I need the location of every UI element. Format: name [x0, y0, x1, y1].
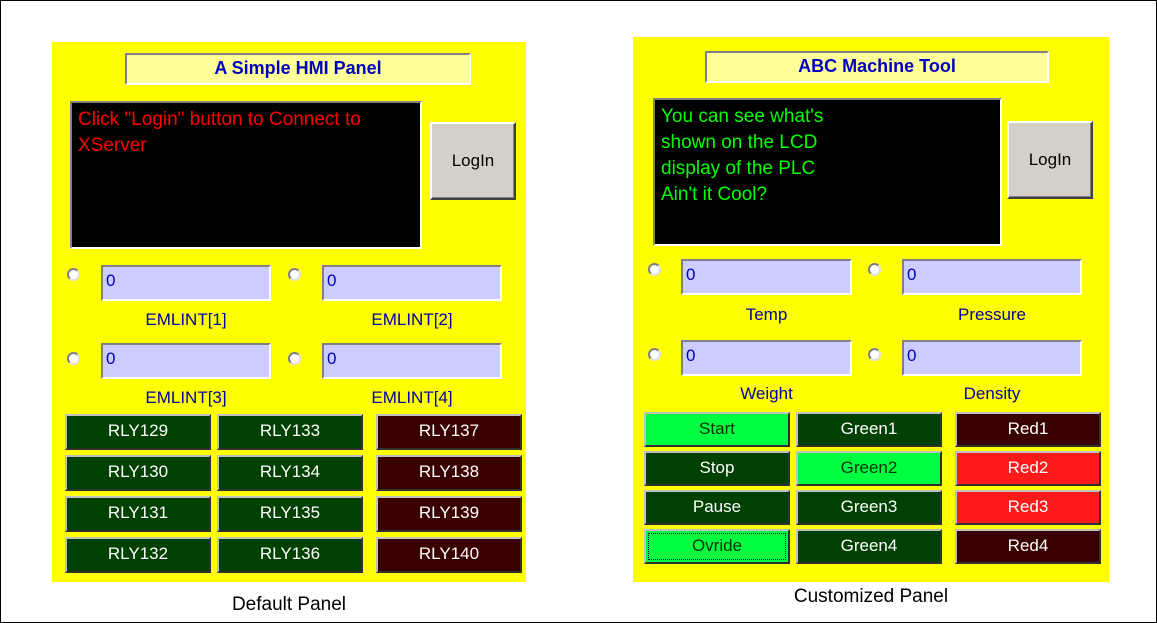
weight-label: Weight	[740, 384, 793, 403]
relay-button[interactable]: Green4	[796, 529, 942, 564]
emlint4-field[interactable]: 0	[322, 343, 502, 379]
pressure-label: Pressure	[957, 305, 1027, 324]
temp-label: Temp	[745, 305, 788, 324]
customized-panel-caption: Customized Panel	[793, 586, 949, 607]
relay-button[interactable]: RLY131	[65, 496, 211, 532]
relay-button[interactable]: Red1	[955, 412, 1101, 447]
relay-button[interactable]: RLY129	[65, 414, 211, 450]
relay-button[interactable]: RLY136	[217, 537, 363, 573]
relay-button[interactable]: Red4	[955, 529, 1101, 564]
emlint3-radio[interactable]	[67, 352, 80, 365]
emlint1-field[interactable]: 0	[101, 265, 271, 301]
customized-hmi-panel: ABC Machine Tool You can see what's show…	[633, 37, 1109, 582]
pressure-field[interactable]: 0	[902, 259, 1082, 295]
lcd-display: You can see what's shown on the LCD disp…	[653, 98, 1002, 246]
temp-radio[interactable]	[648, 263, 661, 276]
relay-button[interactable]: Red3	[955, 490, 1101, 525]
emlint4-label: EMLINT[4]	[371, 388, 453, 407]
relay-button[interactable]: RLY133	[217, 414, 363, 450]
relay-button[interactable]: Red2	[955, 451, 1101, 486]
relay-button[interactable]: Green3	[796, 490, 942, 525]
density-radio[interactable]	[868, 348, 881, 361]
relay-button[interactable]: Ovride	[644, 529, 790, 564]
relay-button[interactable]: Stop	[644, 451, 790, 486]
relay-button[interactable]: Start	[644, 412, 790, 447]
relay-button[interactable]: Pause	[644, 490, 790, 525]
relay-button[interactable]: RLY137	[376, 414, 522, 450]
emlint2-radio[interactable]	[288, 268, 301, 281]
weight-radio[interactable]	[648, 348, 661, 361]
lcd-display: Click "Login" button to Connect to XServ…	[70, 101, 422, 249]
relay-button[interactable]: Green2	[796, 451, 942, 486]
emlint3-field[interactable]: 0	[101, 343, 271, 379]
default-panel-caption: Default Panel	[231, 594, 347, 615]
density-label: Density	[963, 384, 1021, 403]
emlint1-radio[interactable]	[67, 268, 80, 281]
relay-button[interactable]: RLY135	[217, 496, 363, 532]
emlint3-label: EMLINT[3]	[145, 388, 227, 407]
relay-button[interactable]: RLY130	[65, 455, 211, 491]
panel-title: ABC Machine Tool	[705, 51, 1049, 83]
emlint1-label: EMLINT[1]	[145, 310, 227, 329]
weight-field[interactable]: 0	[681, 340, 852, 376]
relay-button[interactable]: RLY134	[217, 455, 363, 491]
relay-button[interactable]: RLY140	[376, 537, 522, 573]
emlint2-field[interactable]: 0	[322, 265, 502, 301]
login-button[interactable]: LogIn	[430, 122, 516, 200]
login-button[interactable]: LogIn	[1007, 121, 1093, 199]
pressure-radio[interactable]	[868, 263, 881, 276]
density-field[interactable]: 0	[902, 340, 1082, 376]
relay-button[interactable]: RLY138	[376, 455, 522, 491]
panel-title: A Simple HMI Panel	[125, 53, 471, 85]
relay-button[interactable]: Green1	[796, 412, 942, 447]
default-hmi-panel: A Simple HMI Panel Click "Login" button …	[52, 42, 526, 582]
emlint2-label: EMLINT[2]	[371, 310, 453, 329]
relay-button[interactable]: RLY132	[65, 537, 211, 573]
temp-field[interactable]: 0	[681, 259, 852, 295]
relay-button[interactable]: RLY139	[376, 496, 522, 532]
emlint4-radio[interactable]	[288, 352, 301, 365]
